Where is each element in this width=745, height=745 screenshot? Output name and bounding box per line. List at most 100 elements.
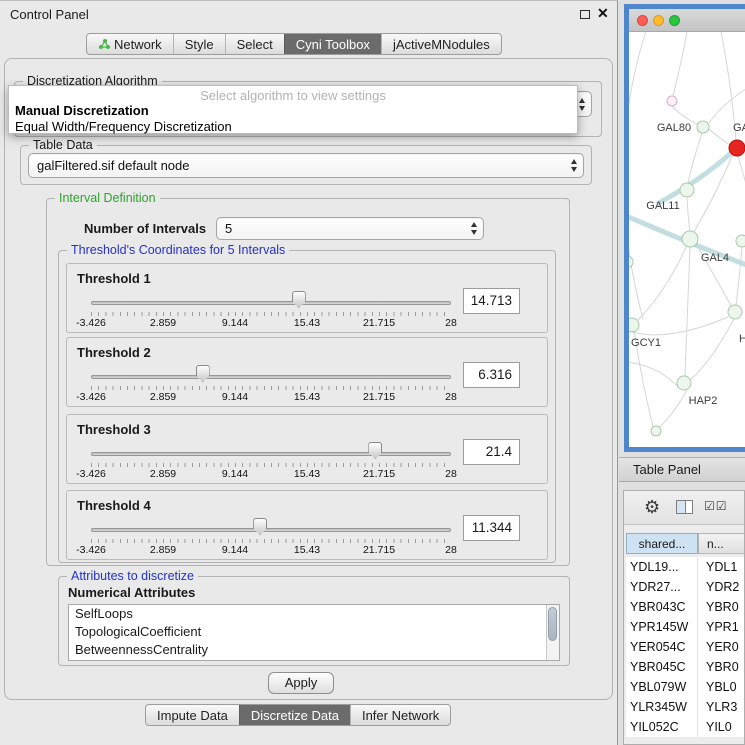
attribute-list-item[interactable]: TopologicalCoefficient [69,623,559,641]
table-cell[interactable]: YDL19... [626,557,698,577]
slider-track[interactable] [91,375,451,379]
table-cell[interactable]: YLR3 [698,697,745,717]
gear-icon[interactable]: ⚙ [644,496,660,518]
network-node[interactable] [682,231,698,247]
tab-network[interactable]: Network [87,34,173,54]
network-edge[interactable] [709,129,730,145]
threshold-value-field[interactable]: 14.713 [463,288,520,314]
tab-select[interactable]: Select [225,34,284,54]
table-row[interactable]: YDL19...YDL1 [626,557,745,577]
tab-infer-network[interactable]: Infer Network [350,705,450,725]
slider-thumb[interactable] [196,365,210,382]
tab-style[interactable]: Style [173,34,225,54]
network-window-titlebar[interactable] [629,9,745,32]
threshold-4-slider[interactable] [91,517,451,537]
network-edge[interactable] [673,32,687,96]
network-node[interactable] [680,183,694,197]
apply-button[interactable]: Apply [268,672,334,694]
table-cell[interactable]: YBR043C [626,597,698,617]
slider-thumb[interactable] [292,291,306,308]
threshold-value-field[interactable]: 21.4 [463,439,520,465]
table-row[interactable]: YBL079WYBL0 [626,677,745,697]
attribute-list-item[interactable]: SelfLoops [69,605,559,623]
dropdown-option-equal-width-frequency[interactable]: Equal Width/Frequency Discretization [15,119,232,134]
table-cell[interactable]: YBR045C [626,657,698,677]
table-cell[interactable]: YIL052C [626,717,698,737]
attribute-list-item[interactable]: BetweennessCentrality [69,641,559,659]
tab-impute-data[interactable]: Impute Data [146,705,239,725]
table-row[interactable]: YPR145WYPR1 [626,617,745,637]
table-row[interactable]: YLR345WYLR3 [626,697,745,717]
network-edge[interactable] [736,247,742,305]
network-edge[interactable] [709,87,745,123]
network-node[interactable] [677,376,691,390]
table-row[interactable]: YIL052CYIL0 [626,717,745,737]
network-edge[interactable] [629,32,649,319]
table-cell[interactable]: YDL1 [698,557,745,577]
combobox-stepper-icon[interactable] [571,159,577,172]
table-row[interactable]: YBR043CYBR0 [626,597,745,617]
table-cell[interactable]: YER0 [698,637,745,657]
table-row[interactable]: YBR045CYBR0 [626,657,745,677]
slider-thumb[interactable] [368,442,382,459]
slider-track[interactable] [91,452,451,456]
table-cell[interactable]: YBR0 [698,657,745,677]
table-cell[interactable]: YLR345W [626,697,698,717]
numerical-attributes-list[interactable]: SelfLoopsTopologicalCoefficientBetweenne… [68,604,560,661]
network-edge[interactable] [632,317,728,335]
float-window-icon[interactable] [580,10,590,19]
minimize-traffic-light-icon[interactable] [653,15,664,26]
slider-track[interactable] [91,528,451,532]
network-edge[interactable] [629,362,679,388]
network-node[interactable] [728,305,742,319]
network-edge[interactable] [685,247,690,376]
network-canvas[interactable]: GAL80GAGAL11GAL4HGCY1HAP2 [629,32,745,446]
checkbox-icons[interactable]: ☑☑ [704,499,728,513]
tab-cyni-toolbox[interactable]: Cyni Toolbox [284,34,381,54]
dropdown-option-manual-discretization[interactable]: Manual Discretization [15,103,149,118]
table-cell[interactable]: YBR0 [698,597,745,617]
number-of-intervals-combobox[interactable]: 5 [216,217,484,240]
network-edge[interactable] [687,197,690,231]
slider-thumb[interactable] [253,518,267,535]
slider-track[interactable] [91,301,451,305]
table-cell[interactable]: YIL0 [698,717,745,737]
table-cell[interactable]: YDR2 [698,577,745,597]
column-header-shared[interactable]: shared... [626,533,698,554]
tab-discretize-data[interactable]: Discretize Data [239,705,350,725]
threshold-value-field[interactable]: 6.316 [463,362,520,388]
table-cell[interactable]: YPR1 [698,617,745,637]
network-node[interactable] [697,121,709,133]
network-node[interactable] [729,140,745,156]
zoom-traffic-light-icon[interactable] [669,15,680,26]
column-header-n[interactable]: n... [698,533,745,554]
network-edge[interactable] [638,245,687,320]
combobox-stepper-icon[interactable] [471,222,477,235]
table-cell[interactable]: YER054C [626,637,698,657]
network-node[interactable] [629,256,633,268]
table-cell[interactable]: YBL0 [698,677,745,697]
columns-icon[interactable] [676,500,693,514]
close-traffic-light-icon[interactable] [637,15,648,26]
scrollbar-thumb[interactable] [548,607,557,641]
threshold-2-slider[interactable] [91,364,451,384]
table-cell[interactable]: YPR145W [626,617,698,637]
threshold-1-slider[interactable] [91,290,451,310]
table-row[interactable]: YDR27...YDR2 [626,577,745,597]
network-node[interactable] [667,96,677,106]
network-node[interactable] [736,235,745,247]
table-data-combobox[interactable]: galFiltered.sif default node [28,153,584,178]
table-cell[interactable]: YBL079W [626,677,698,697]
threshold-3-slider[interactable] [91,441,451,461]
table-row[interactable]: YER054CYER0 [626,637,745,657]
network-node[interactable] [651,426,661,436]
close-icon[interactable]: ✕ [597,5,609,22]
scrollbar[interactable] [546,605,559,660]
network-edge[interactable] [659,390,687,428]
tab-jactivemnodules[interactable]: jActiveMNodules [381,34,501,54]
combobox-stepper-icon[interactable] [579,98,585,111]
threshold-value-field[interactable]: 11.344 [463,515,520,541]
network-edge[interactable] [738,156,745,212]
network-node[interactable] [629,318,639,332]
table-cell[interactable]: YDR27... [626,577,698,597]
